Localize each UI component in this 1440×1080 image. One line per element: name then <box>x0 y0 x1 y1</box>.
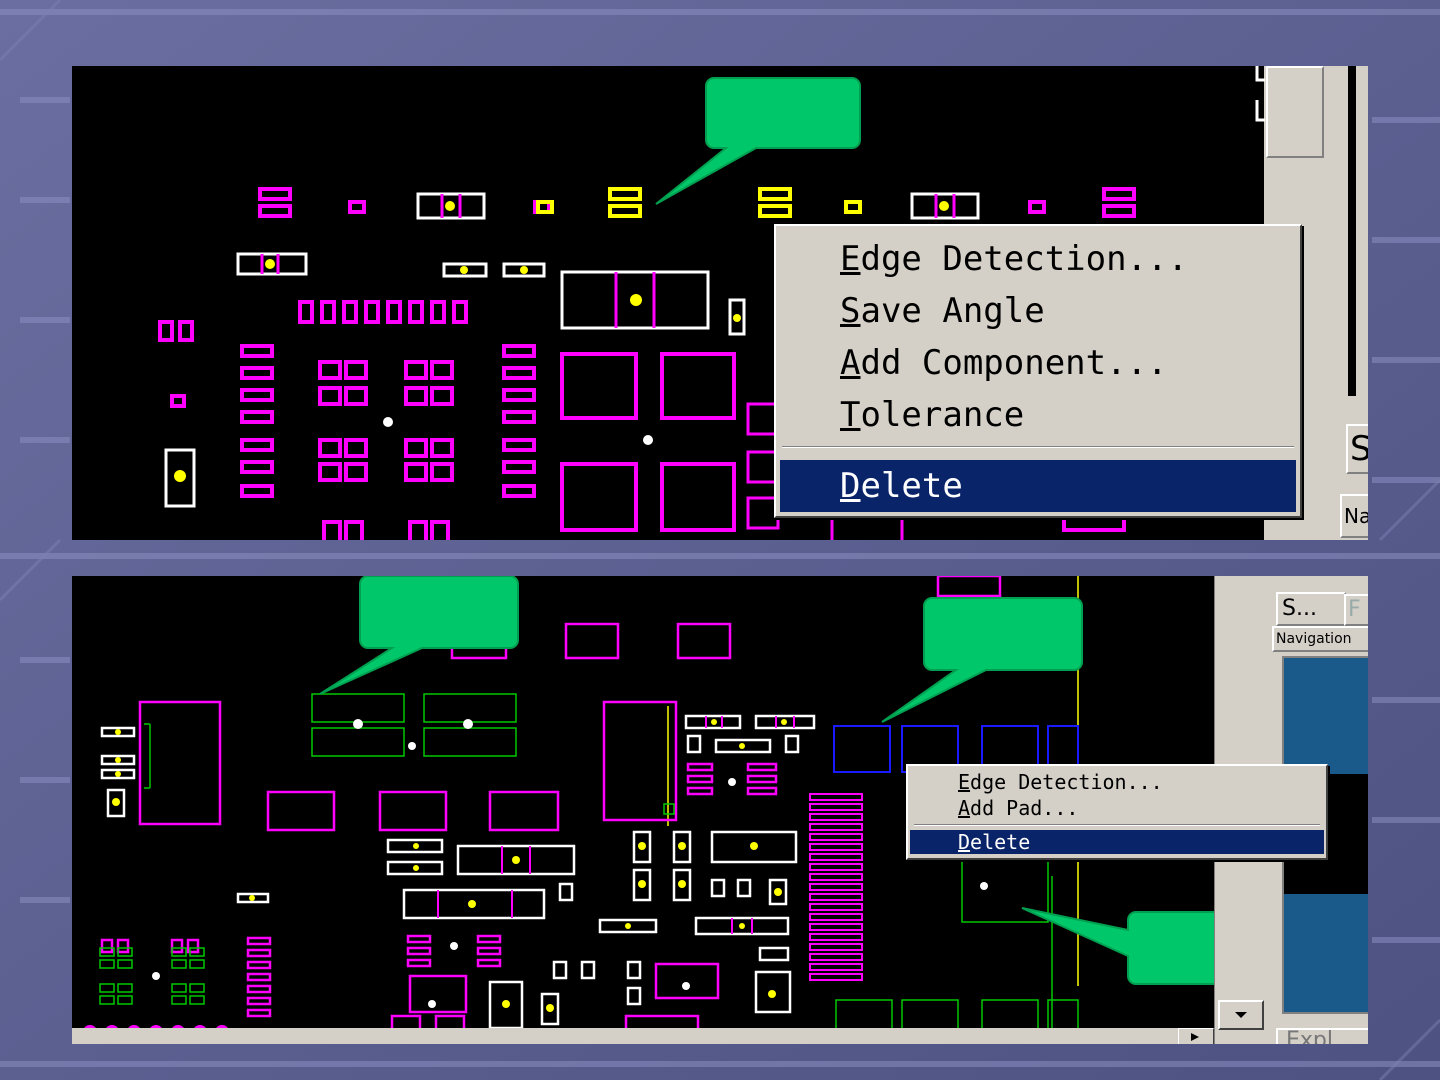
menu-item-tolerance[interactable]: Tolerance <box>776 390 1300 440</box>
menu-item-add-component[interactable]: Add Component... <box>776 338 1300 388</box>
navigation-tab[interactable]: Navigation <box>1272 626 1368 652</box>
menu-item-edge-detection[interactable]: Edge Detection... <box>776 234 1300 284</box>
callout-bottom-right <box>881 597 1083 723</box>
menu-item-delete[interactable]: Delete <box>910 830 1324 854</box>
scroll-down-button[interactable] <box>1218 1000 1264 1030</box>
callout-top <box>655 77 861 205</box>
menu-mnemonic: E <box>958 770 971 794</box>
menu-item-label: dge Detection... <box>970 770 1163 794</box>
context-menu-bottom: Edge Detection... Add Pad... Delete <box>906 764 1328 860</box>
menu-mnemonic: D <box>958 830 971 854</box>
menu-separator <box>782 446 1294 448</box>
menu-item-label: dge Detection... <box>860 239 1188 279</box>
tab-f[interactable]: F <box>1344 594 1368 626</box>
menu-mnemonic: A <box>840 343 861 383</box>
menu-mnemonic: T <box>840 395 861 435</box>
menu-item-edge-detection[interactable]: Edge Detection... <box>908 770 1326 794</box>
menu-mnemonic: E <box>840 239 861 279</box>
side-tab-s[interactable]: S <box>1346 424 1368 474</box>
menu-item-label: dd Component... <box>860 343 1168 383</box>
pcb-canvas-bottom[interactable]: S... F Navigation Expl Edge Detection...… <box>72 576 1368 1044</box>
menu-mnemonic: S <box>840 291 861 331</box>
menu-item-label: elete <box>970 830 1031 854</box>
menu-mnemonic: D <box>840 466 861 506</box>
horizontal-scrollbar[interactable] <box>72 1028 1212 1044</box>
side-scroll-button[interactable] <box>1266 66 1324 158</box>
menu-separator <box>914 824 1320 826</box>
scroll-down-arrow-icon <box>1235 1012 1247 1018</box>
pcb-canvas-top[interactable]: S Na Edge Detection... Save Angle Add Co… <box>72 66 1368 540</box>
context-menu-top: Edge Detection... Save Angle Add Compone… <box>774 224 1302 518</box>
explorer-tab[interactable]: Expl <box>1276 1028 1368 1044</box>
menu-item-label: dd Pad... <box>970 796 1079 820</box>
menu-item-add-pad[interactable]: Add Pad... <box>908 796 1326 820</box>
menu-item-label: ave Angle <box>860 291 1045 331</box>
callout-bottom-left <box>319 576 519 695</box>
menu-item-label: elete <box>860 466 963 506</box>
menu-mnemonic: A <box>958 796 971 820</box>
menu-item-save-angle[interactable]: Save Angle <box>776 286 1300 336</box>
scroll-right-button[interactable] <box>1178 1028 1214 1044</box>
side-tab-navigation[interactable]: Na <box>1340 494 1368 538</box>
scroll-right-arrow-icon <box>1191 1033 1199 1041</box>
tab-s[interactable]: S... <box>1276 592 1346 626</box>
side-divider <box>1348 66 1356 396</box>
menu-item-label: olerance <box>860 395 1025 435</box>
menu-item-delete[interactable]: Delete <box>780 460 1296 512</box>
side-marks-top <box>1255 66 1265 122</box>
